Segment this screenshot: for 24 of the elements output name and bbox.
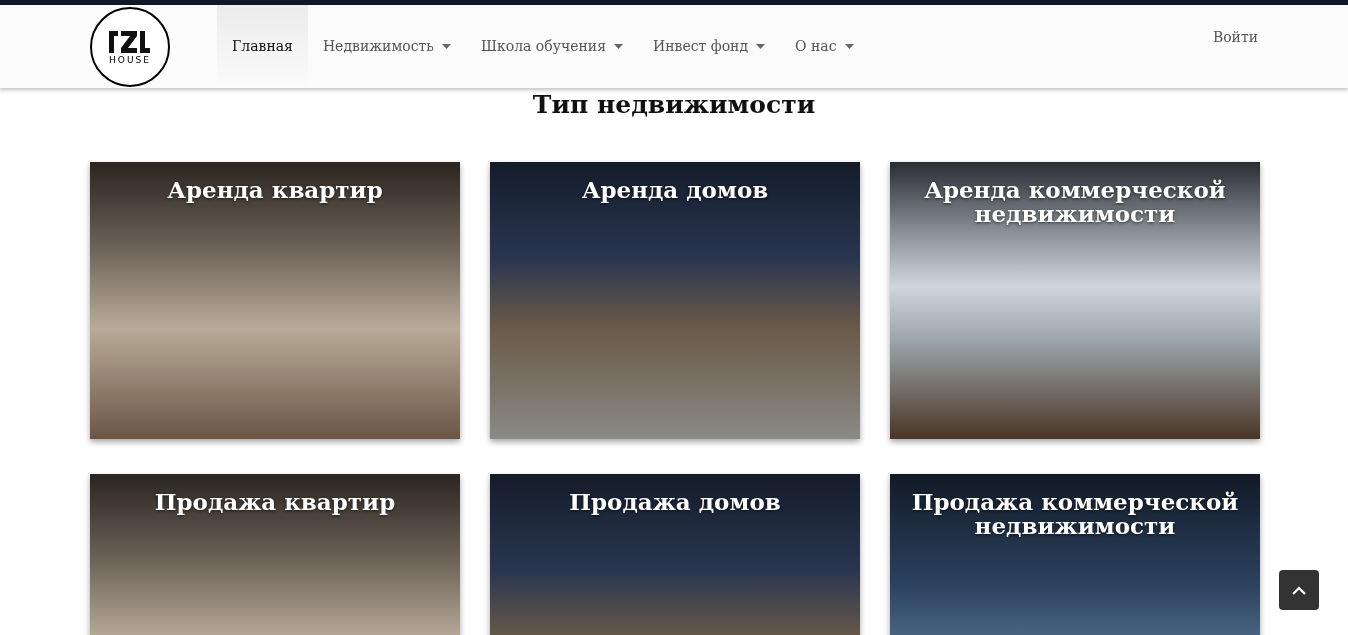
chevron-up-icon bbox=[1292, 585, 1306, 595]
card-title: Аренда квартир bbox=[166, 177, 384, 202]
card-title: Аренда домов bbox=[580, 177, 770, 202]
nav-tab[interactable]: Главная bbox=[217, 5, 308, 88]
logo-text: HOUSE bbox=[109, 55, 151, 65]
property-card[interactable]: Продажа квартир bbox=[90, 473, 460, 635]
property-card[interactable]: Продажа коммерческой недвижимости bbox=[890, 473, 1260, 635]
property-card[interactable]: Аренда квартир bbox=[90, 161, 460, 439]
scroll-top-button[interactable] bbox=[1279, 570, 1319, 610]
card-title: Аренда коммерческой недвижимости bbox=[923, 177, 1227, 226]
card-title: Продажа домов bbox=[568, 489, 782, 514]
card-title: Продажа квартир bbox=[153, 489, 397, 514]
nav-tab[interactable]: Недвижимость bbox=[307, 5, 466, 88]
logo[interactable]: HOUSE bbox=[90, 6, 170, 87]
property-card[interactable]: Аренда домов bbox=[490, 161, 860, 439]
nav-tab[interactable]: Школа обучения bbox=[466, 5, 638, 88]
login-link[interactable]: Войти bbox=[1212, 27, 1258, 48]
section-heading: Тип недвижимости bbox=[531, 89, 817, 121]
nav-tab[interactable]: О нас bbox=[780, 5, 869, 88]
card-title: Продажа коммерческой недвижимости bbox=[910, 489, 1240, 538]
property-card[interactable]: Аренда коммерческой недвижимости bbox=[890, 161, 1260, 439]
logo-mark-icon bbox=[107, 28, 153, 53]
nav-tab[interactable]: Инвест фонд bbox=[637, 5, 781, 88]
property-card[interactable]: Продажа домов bbox=[490, 473, 860, 635]
